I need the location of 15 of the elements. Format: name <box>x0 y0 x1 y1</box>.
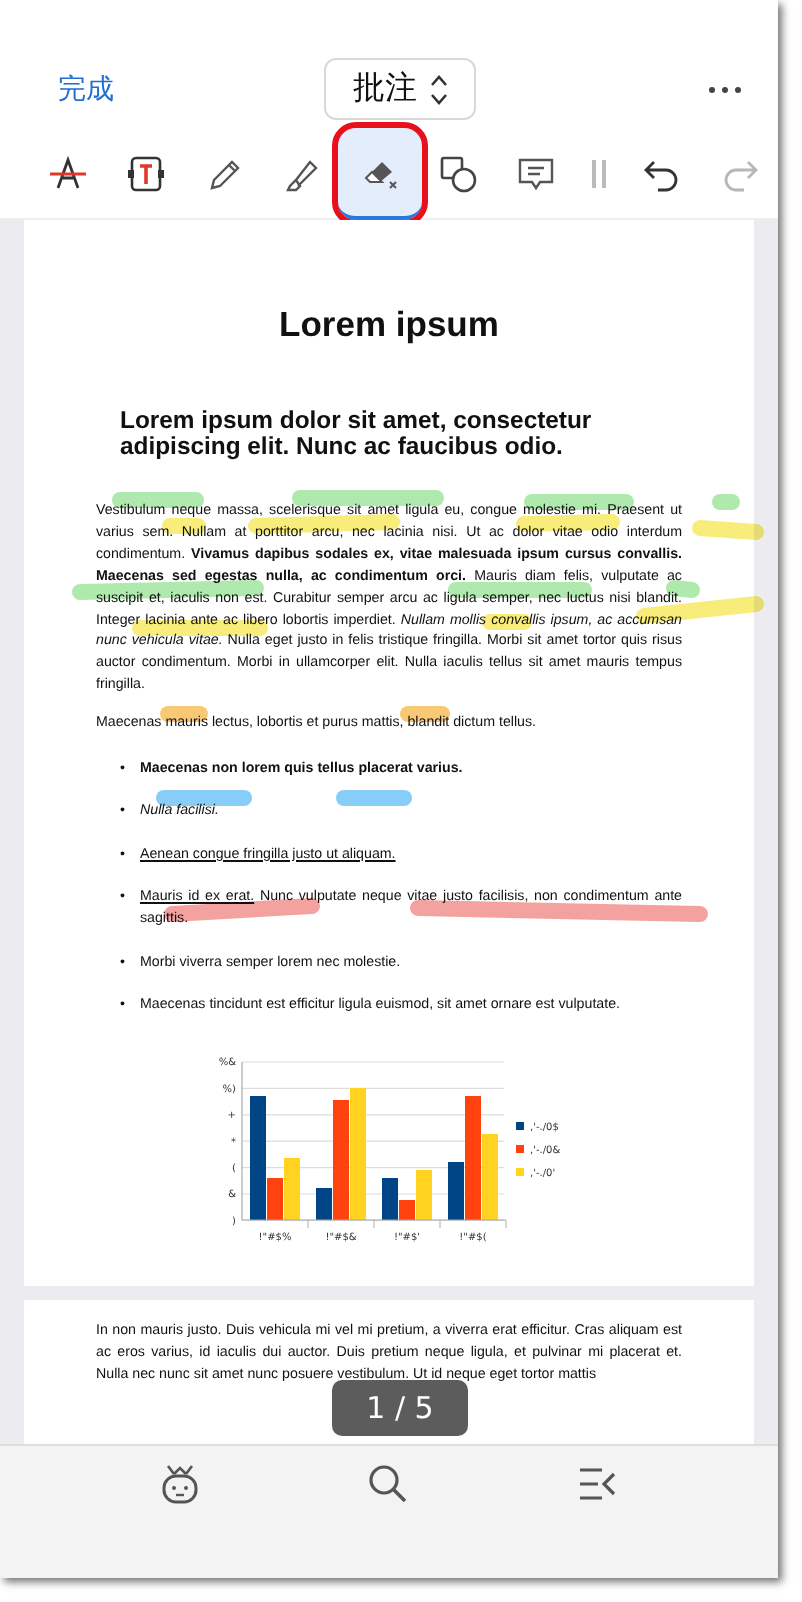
robot-icon <box>160 1462 201 1506</box>
up-down-chevron-icon <box>429 73 447 105</box>
document-subtitle: Lorem ipsum dolor sit amet, consectetur adipiscing elit. Nunc ac faucibus odio. <box>120 408 594 460</box>
page-indicator: 1 / 5 <box>332 1380 468 1436</box>
eraser-tool[interactable] <box>338 128 422 220</box>
shapes-icon <box>438 154 479 194</box>
comment-icon <box>516 154 557 194</box>
document-title: Lorem ipsum <box>277 304 501 346</box>
strikethrough-icon <box>48 154 89 194</box>
search-icon <box>368 1463 409 1503</box>
more-icon[interactable] <box>708 86 742 94</box>
done-button[interactable]: 完成 <box>58 72 114 108</box>
text-box-icon <box>126 154 167 194</box>
list-collapse-icon <box>577 1465 618 1501</box>
mode-dropdown[interactable]: 批注 <box>324 58 476 120</box>
